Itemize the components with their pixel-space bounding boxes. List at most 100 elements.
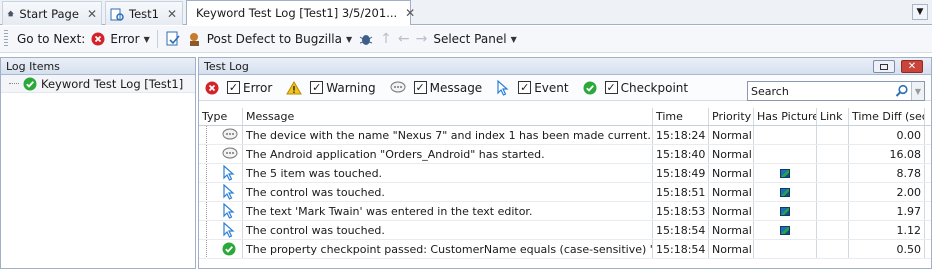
error-filter-checkbox[interactable]: ✓ bbox=[227, 81, 240, 94]
table-row[interactable]: The property checkpoint passed: Customer… bbox=[199, 240, 931, 259]
navigate-up-button[interactable]: ↑ bbox=[377, 28, 395, 50]
tab-label: Test1 bbox=[129, 6, 159, 21]
time-diff-cell: 1.12 bbox=[849, 221, 925, 239]
picture-icon[interactable] bbox=[780, 206, 790, 216]
column-header-priority[interactable]: Priority bbox=[709, 108, 754, 125]
time-cell: 15:18:54 bbox=[653, 240, 709, 258]
link-cell bbox=[817, 183, 849, 201]
document-check-icon bbox=[166, 31, 180, 46]
tab-keyword-test-log[interactable]: Keyword Test Log [Test1] 3/5/201... ✕ bbox=[186, 0, 415, 25]
log-item-keyword-test-log[interactable]: Keyword Test Log [Test1] bbox=[1, 75, 195, 93]
tab-start-page[interactable]: Start Page ✕ bbox=[2, 1, 102, 25]
table-row[interactable]: The 5 item was touched. 15:18:49 Normal 8.7… bbox=[199, 164, 931, 183]
tree-line bbox=[206, 240, 216, 258]
table-row[interactable]: The device with the name "Nexus 7" and i… bbox=[199, 126, 931, 145]
column-header-time[interactable]: Time bbox=[653, 108, 709, 125]
picture-icon[interactable] bbox=[780, 187, 790, 197]
time-diff-cell: 16.08 bbox=[849, 145, 925, 163]
column-header-has-picture[interactable]: Has Picture bbox=[754, 108, 817, 125]
search-input[interactable]: Search bbox=[748, 85, 895, 98]
table-row[interactable]: The control was touched. 15:18:54 Normal 1.… bbox=[199, 221, 931, 240]
type-cell bbox=[199, 126, 243, 144]
time-diff-cell: 8.78 bbox=[849, 164, 925, 182]
event-filter-label: Event bbox=[534, 80, 569, 95]
picture-icon[interactable] bbox=[780, 168, 790, 178]
grid-header: Type Message Time Priority Has Picture L… bbox=[199, 108, 931, 126]
tab-list-dropdown[interactable]: ▼ bbox=[912, 4, 928, 20]
message-cell: The 5 item was touched. bbox=[243, 164, 653, 182]
close-icon[interactable]: ✕ bbox=[87, 7, 97, 21]
tab-label: Start Page bbox=[19, 6, 79, 21]
has-picture-cell bbox=[754, 145, 817, 163]
chevron-down-icon[interactable]: ▼ bbox=[144, 35, 150, 44]
message-cell: The control was touched. bbox=[243, 221, 653, 239]
type-cell bbox=[199, 164, 243, 182]
navigate-forward-button[interactable]: → bbox=[413, 28, 431, 50]
close-panel-button[interactable]: ✕ bbox=[901, 60, 923, 73]
log-item-label: Keyword Test Log [Test1] bbox=[41, 76, 184, 91]
time-cell: 15:18:49 bbox=[653, 164, 709, 182]
checkpoint-icon bbox=[583, 81, 597, 94]
column-header-type[interactable]: Type bbox=[199, 108, 243, 125]
navigate-back-button[interactable]: ← bbox=[395, 28, 413, 50]
message-cell: The device with the name "Nexus 7" and i… bbox=[243, 126, 653, 144]
message-cell: The property checkpoint passed: Customer… bbox=[243, 240, 653, 258]
event-icon bbox=[223, 222, 235, 238]
message-filter-checkbox[interactable]: ✓ bbox=[413, 81, 427, 94]
column-header-time-diff[interactable]: Time Diff (sec) bbox=[849, 108, 925, 125]
event-icon bbox=[223, 184, 235, 200]
chevron-down-icon[interactable]: ▼ bbox=[911, 82, 924, 100]
event-filter-checkbox[interactable]: ✓ bbox=[518, 81, 532, 94]
select-panel-button[interactable]: Select Panel ▼ bbox=[430, 28, 519, 50]
link-cell bbox=[817, 202, 849, 220]
post-defect-button[interactable]: Post Defect to Bugzilla ▼ bbox=[184, 28, 355, 50]
warning-filter-label: Warning bbox=[326, 80, 376, 95]
error-filter-label: Error bbox=[243, 80, 273, 95]
search-box[interactable]: Search ▼ bbox=[747, 81, 925, 101]
table-row[interactable]: The Android application "Orders_Android"… bbox=[199, 145, 931, 164]
arrow-left-icon: ← bbox=[397, 31, 410, 47]
home-icon bbox=[7, 10, 14, 17]
event-icon bbox=[223, 165, 235, 181]
tree-line bbox=[206, 126, 216, 144]
error-icon bbox=[91, 32, 105, 46]
type-cell bbox=[199, 145, 243, 163]
search-icon[interactable] bbox=[895, 84, 909, 98]
has-picture-cell bbox=[754, 164, 817, 182]
message-icon bbox=[222, 128, 238, 140]
has-picture-cell bbox=[754, 240, 817, 258]
chevron-down-icon[interactable]: ▼ bbox=[346, 35, 352, 44]
grid-body: The device with the name "Nexus 7" and i… bbox=[199, 126, 931, 259]
restore-button[interactable] bbox=[873, 60, 895, 73]
go-to-next-error-button[interactable]: Error ▼ bbox=[88, 28, 152, 50]
toolbar-grip[interactable] bbox=[4, 30, 8, 48]
test-log-header: Test Log ✕ bbox=[199, 58, 931, 75]
link-cell bbox=[817, 221, 849, 239]
restore-icon bbox=[880, 63, 888, 70]
priority-cell: Normal bbox=[709, 202, 754, 220]
test-log-grid: Type Message Time Priority Has Picture L… bbox=[199, 108, 931, 259]
type-cell bbox=[199, 183, 243, 201]
bug-tracker-button[interactable] bbox=[355, 28, 377, 50]
test-log-title: Test Log bbox=[204, 59, 249, 73]
table-row[interactable]: The text 'Mark Twain' was entered in the… bbox=[199, 202, 931, 221]
message-cell: The control was touched. bbox=[243, 183, 653, 201]
warning-filter-checkbox[interactable]: ✓ bbox=[310, 81, 324, 94]
table-row[interactable]: The control was touched. 15:18:51 Normal 2.… bbox=[199, 183, 931, 202]
close-icon[interactable]: ✕ bbox=[405, 6, 415, 20]
picture-icon[interactable] bbox=[780, 225, 790, 235]
has-picture-cell bbox=[754, 126, 817, 144]
arrow-up-icon: ↑ bbox=[380, 31, 392, 47]
log-options-button[interactable] bbox=[162, 28, 184, 50]
tab-test1[interactable]: Test1 ✕ bbox=[105, 1, 183, 25]
close-icon[interactable]: ✕ bbox=[167, 7, 177, 21]
tree-line bbox=[206, 221, 216, 239]
event-icon bbox=[223, 203, 235, 219]
separator bbox=[156, 30, 158, 48]
tree-line bbox=[206, 183, 216, 201]
checkpoint-filter-checkbox[interactable]: ✓ bbox=[604, 81, 618, 94]
column-header-link[interactable]: Link bbox=[817, 108, 849, 125]
column-header-message[interactable]: Message bbox=[243, 108, 653, 125]
event-icon bbox=[497, 79, 509, 96]
time-cell: 15:18:40 bbox=[653, 145, 709, 163]
